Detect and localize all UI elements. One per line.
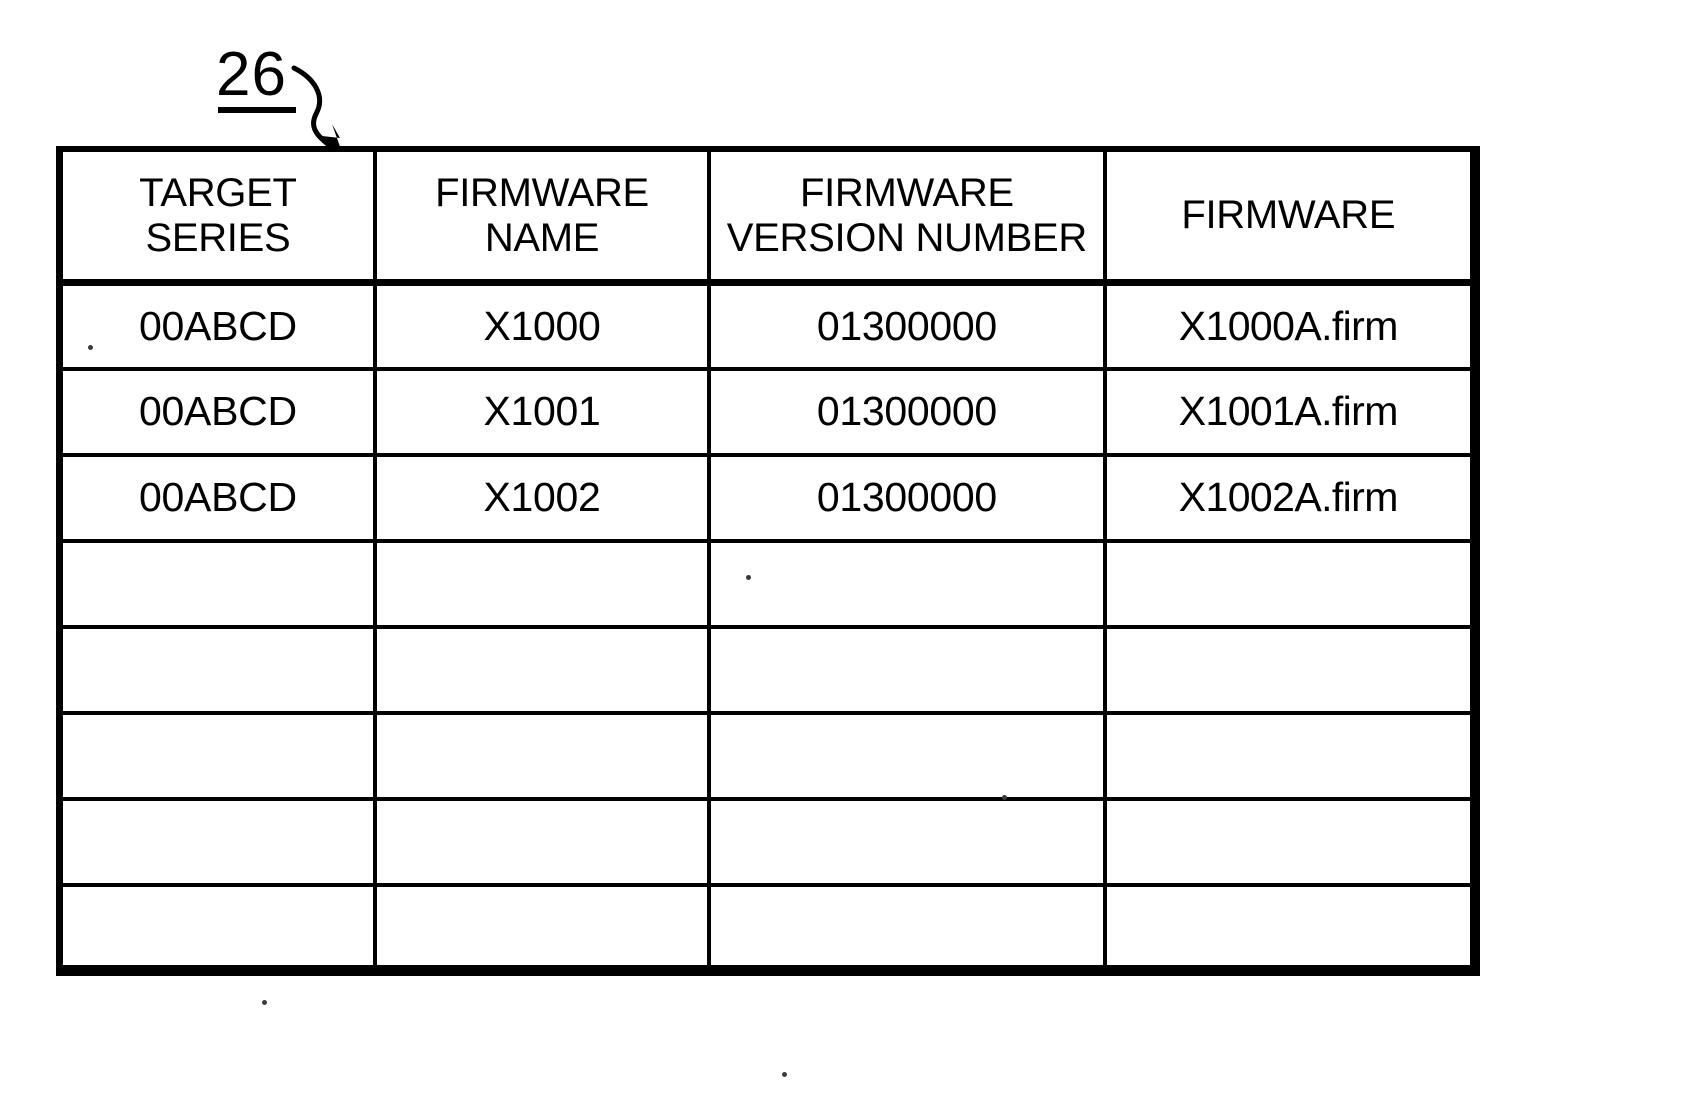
cell-firmware: X1002A.firm <box>1104 454 1475 543</box>
scan-speck <box>1002 795 1007 800</box>
cell-value: 00ABCD <box>139 302 297 349</box>
cell-firmware-name <box>374 884 712 971</box>
table-row: 00ABCD X1001 01300000 X1001A.firm <box>59 368 1475 457</box>
reference-numeral-label: 26 <box>216 40 287 109</box>
column-header-line1: FIRMWARE <box>435 170 649 215</box>
cell-value: X1000 <box>483 302 601 349</box>
cell-firmware: X1000A.firm <box>1104 282 1475 371</box>
cell-firmware <box>1104 540 1475 629</box>
cell-firmware-version-number <box>709 884 1107 971</box>
scan-speck <box>88 345 93 350</box>
cell-firmware-version-number <box>709 626 1107 715</box>
scan-speck <box>746 575 751 580</box>
cell-target-series: 00ABCD <box>59 282 377 371</box>
column-header-target-series: TARGET SERIES <box>59 149 377 286</box>
cell-target-series <box>59 798 377 887</box>
cell-firmware <box>1104 798 1475 887</box>
cell-firmware-version-number <box>709 798 1107 887</box>
cell-firmware-name <box>374 540 712 629</box>
cell-value: X1000A.firm <box>1178 302 1399 349</box>
cell-value: 01300000 <box>816 388 997 434</box>
column-header-line2: VERSION NUMBER <box>726 215 1088 260</box>
cell-value: X1001 <box>483 388 601 434</box>
cell-firmware-version-number: 01300000 <box>709 282 1107 371</box>
cell-firmware-name: X1001 <box>374 368 712 457</box>
cell-target-series <box>59 712 377 801</box>
cell-value: 00ABCD <box>139 474 297 520</box>
cell-target-series <box>59 884 377 971</box>
figure-root: 26 TARGET SERIES FIRMWARE NAME FIRMWARE … <box>0 0 1690 1118</box>
cell-firmware-version-number: 01300000 <box>709 454 1107 543</box>
column-header-firmware: FIRMWARE <box>1104 149 1475 286</box>
firmware-management-table-container: TARGET SERIES FIRMWARE NAME FIRMWARE VER… <box>56 146 1480 976</box>
cell-value: X1002 <box>483 474 601 520</box>
column-header-line1: FIRMWARE <box>799 170 1014 215</box>
cell-target-series: 00ABCD <box>59 368 377 457</box>
cell-firmware <box>1104 626 1475 715</box>
firmware-management-table: TARGET SERIES FIRMWARE NAME FIRMWARE VER… <box>56 146 1480 976</box>
table-header-row: TARGET SERIES FIRMWARE NAME FIRMWARE VER… <box>59 149 1475 286</box>
cell-value: 01300000 <box>816 474 997 520</box>
cell-firmware-name <box>374 626 712 715</box>
reference-numeral-underline <box>218 107 296 113</box>
cell-firmware-version-number: 01300000 <box>709 368 1107 457</box>
scan-speck <box>262 1000 267 1005</box>
cell-firmware-name: X1000 <box>374 282 712 371</box>
column-header-line2: SERIES <box>145 215 291 260</box>
cell-firmware: X1001A.firm <box>1104 368 1475 457</box>
cell-firmware-version-number <box>709 712 1107 801</box>
column-header-line1: TARGET <box>139 170 297 215</box>
cell-firmware-version-number <box>709 540 1107 629</box>
table-row <box>59 798 1475 887</box>
column-header-firmware-name: FIRMWARE NAME <box>374 149 712 286</box>
table-row <box>59 712 1475 801</box>
cell-firmware-name <box>374 712 712 801</box>
scan-speck <box>782 1072 787 1077</box>
cell-value: X1002A.firm <box>1178 474 1399 520</box>
cell-firmware-name <box>374 798 712 887</box>
cell-firmware <box>1104 884 1475 971</box>
table-body: 00ABCD X1000 01300000 X1000A.firm 00ABCD… <box>59 282 1475 971</box>
table-row <box>59 540 1475 629</box>
column-header-line1: FIRMWARE <box>1181 193 1396 238</box>
cell-target-series <box>59 626 377 715</box>
column-header-firmware-version-number: FIRMWARE VERSION NUMBER <box>709 149 1107 286</box>
cell-value: 00ABCD <box>139 388 297 434</box>
cell-target-series: 00ABCD <box>59 454 377 543</box>
cell-value: X1001A.firm <box>1178 388 1399 434</box>
table-row <box>59 884 1475 971</box>
table-row <box>59 626 1475 715</box>
cell-firmware-name: X1002 <box>374 454 712 543</box>
column-header-line2: NAME <box>484 215 600 260</box>
cell-firmware <box>1104 712 1475 801</box>
table-row: 00ABCD X1002 01300000 X1002A.firm <box>59 454 1475 543</box>
cell-target-series <box>59 540 377 629</box>
cell-value: 01300000 <box>816 302 997 349</box>
table-row: 00ABCD X1000 01300000 X1000A.firm <box>59 282 1475 371</box>
